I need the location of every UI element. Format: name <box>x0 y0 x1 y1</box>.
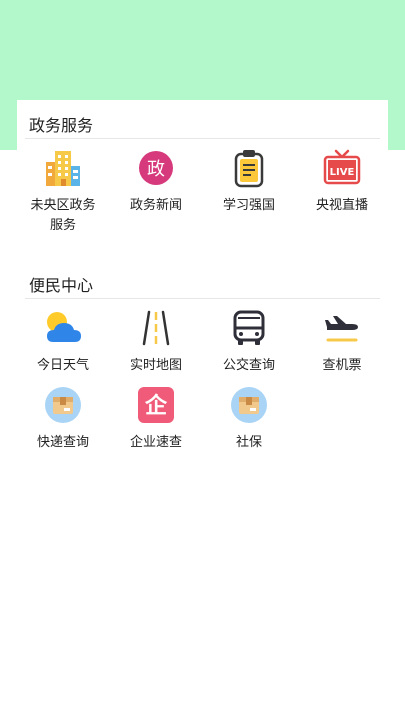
grid-item-gov-news[interactable]: 政 政务新闻 <box>110 148 202 216</box>
grid-item-study[interactable]: 学习强国 <box>203 148 295 216</box>
grid-item-weather[interactable]: 今日天气 <box>17 308 109 376</box>
section-divider <box>25 298 380 299</box>
section-divider <box>25 138 380 139</box>
grid-item-label: 社保 <box>235 435 262 450</box>
enterprise-icon: 企 <box>110 385 202 425</box>
office-building-icon <box>17 148 109 188</box>
grid-item-cctv-live[interactable]: LIVE 央视直播 <box>296 148 388 216</box>
package-icon <box>17 385 109 425</box>
grid-item-label: 快递查询 <box>36 435 89 450</box>
road-map-icon <box>110 308 202 348</box>
government-badge-icon: 政 <box>110 148 202 188</box>
grid-item-bus[interactable]: 公交查询 <box>203 308 295 376</box>
grid-item-express[interactable]: 快递查询 <box>17 385 109 453</box>
grid-item-enterprise[interactable]: 企 企业速查 <box>110 385 202 453</box>
grid-item-label: 政务新闻 <box>129 198 182 213</box>
grid-item-label: 未央区政务服务 <box>30 198 96 233</box>
grid-item-flights[interactable]: 查机票 <box>296 308 388 376</box>
grid-item-district-services[interactable]: 未央区政务服务 <box>17 148 109 236</box>
services-card: 政务服务 未央区政务服务 政 政务新闻 学习强国 LIVE 央视直播 便民中心 … <box>17 100 388 720</box>
grid-item-label: 公交查询 <box>222 358 275 373</box>
grid-item-label: 今日天气 <box>36 358 89 373</box>
grid-item-live-map[interactable]: 实时地图 <box>110 308 202 376</box>
grid-item-label: 查机票 <box>322 358 362 373</box>
airplane-icon <box>296 308 388 348</box>
svg-text:政: 政 <box>147 159 165 180</box>
clipboard-icon <box>203 148 295 188</box>
svg-text:企: 企 <box>144 393 168 419</box>
grid-item-social-security[interactable]: 社保 <box>203 385 295 453</box>
grid-item-label: 学习强国 <box>222 198 275 213</box>
svg-text:LIVE: LIVE <box>330 167 355 178</box>
section-title-life: 便民中心 <box>29 276 94 295</box>
section-title-gov: 政务服务 <box>29 116 94 135</box>
grid-item-label: 央视直播 <box>315 198 368 213</box>
weather-icon <box>17 308 109 348</box>
live-tv-icon: LIVE <box>296 148 388 188</box>
social-security-package-icon <box>203 385 295 425</box>
grid-item-label: 实时地图 <box>129 358 182 373</box>
bus-icon <box>203 308 295 348</box>
grid-item-label: 企业速查 <box>129 435 182 450</box>
